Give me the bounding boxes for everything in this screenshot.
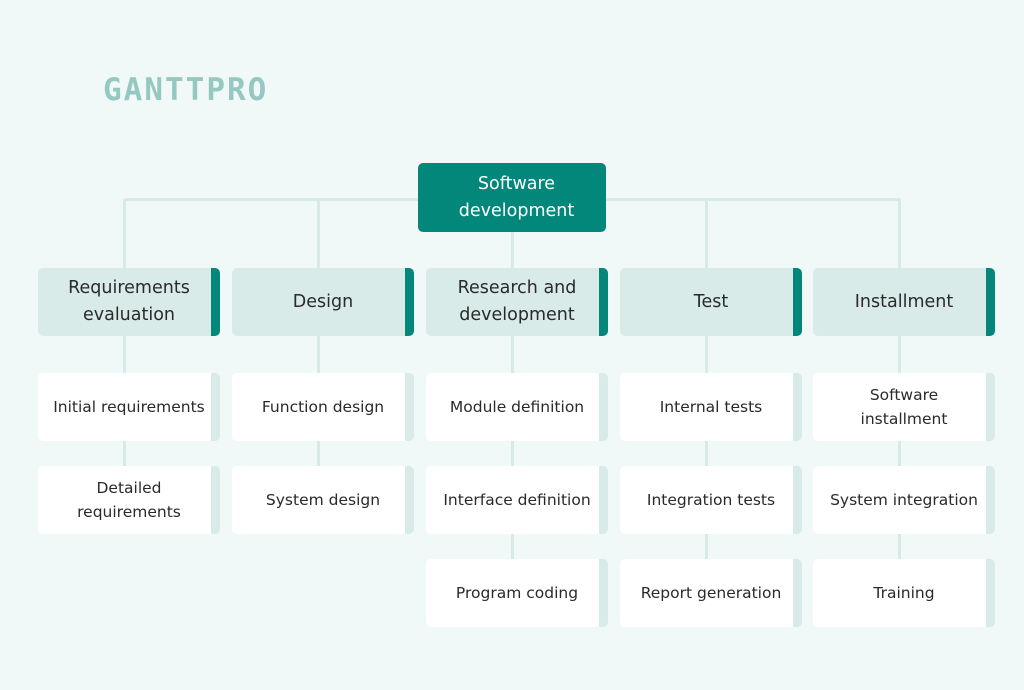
task-node-label: Module definition <box>449 398 585 416</box>
connector-vertical <box>123 199 126 486</box>
root-node-label: Software development <box>458 173 575 221</box>
category-node-label: Design <box>292 291 354 312</box>
category-node-label: Installment <box>854 291 954 312</box>
category-node: Design <box>232 268 414 336</box>
ganttpro-logo: GANTTPRO <box>103 72 269 108</box>
task-node: Integration tests <box>620 466 802 534</box>
category-node-label: Research and development <box>457 278 577 325</box>
category-node: Research and development <box>426 268 608 336</box>
root-node: Software development <box>418 163 606 232</box>
task-node: Initial requirements <box>38 373 220 441</box>
task-node-label: Training <box>873 584 935 602</box>
task-node-label: Detailed requirements <box>77 479 181 521</box>
task-node: Software installment <box>813 373 995 441</box>
task-node-label: Initial requirements <box>53 398 205 416</box>
task-node: System design <box>232 466 414 534</box>
task-node-label: Function design <box>261 398 385 416</box>
task-node: System integration <box>813 466 995 534</box>
task-node: Module definition <box>426 373 608 441</box>
task-node: Interface definition <box>426 466 608 534</box>
category-node-label: Requirements evaluation <box>68 278 190 325</box>
category-node: Test <box>620 268 802 336</box>
task-node: Report generation <box>620 559 802 627</box>
task-node-label: System integration <box>830 491 978 509</box>
task-node: Detailed requirements <box>38 466 220 534</box>
task-node-label: Report generation <box>640 584 782 602</box>
task-node-label: Integration tests <box>646 491 776 509</box>
task-node: Training <box>813 559 995 627</box>
task-node-label: Program coding <box>455 584 579 602</box>
task-node-label: Internal tests <box>659 398 763 416</box>
category-node: Installment <box>813 268 995 336</box>
task-node-label: Interface definition <box>443 491 591 509</box>
task-node-label: System design <box>265 491 381 509</box>
category-node: Requirements evaluation <box>38 268 220 336</box>
task-node: Internal tests <box>620 373 802 441</box>
task-node: Program coding <box>426 559 608 627</box>
connector-vertical <box>317 199 320 486</box>
task-node: Function design <box>232 373 414 441</box>
task-node-label: Software installment <box>860 386 948 428</box>
category-node-label: Test <box>693 291 729 312</box>
